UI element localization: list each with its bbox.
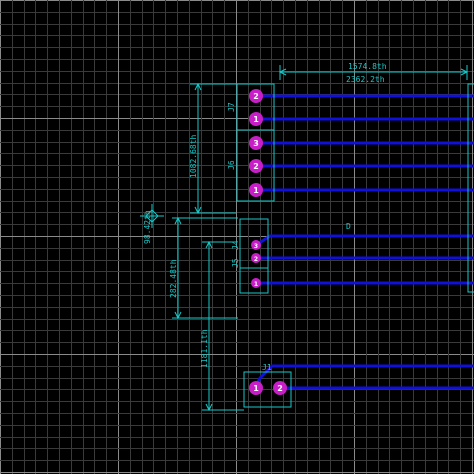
dimension-horizontal-top-label: 1574.8th — [348, 62, 387, 71]
svg-text:3: 3 — [254, 243, 258, 250]
j6-pad-2[interactable]: 2 — [249, 159, 263, 173]
svg-text:1: 1 — [253, 115, 259, 124]
svg-text:1: 1 — [253, 186, 259, 195]
svg-text:2: 2 — [253, 162, 259, 171]
dimension-vertical-j4-j5-label: 282.48th — [169, 259, 178, 298]
origin-marker-label: 98.42th — [143, 210, 152, 244]
trace-j1-pin1[interactable] — [254, 364, 474, 387]
svg-text:2: 2 — [253, 92, 259, 101]
j4-pad-1[interactable]: 1 — [251, 278, 261, 288]
j1-pad-2[interactable]: 2 — [273, 381, 287, 395]
dimension-vertical-j4-j5[interactable] — [172, 216, 238, 320]
j1-pad-1[interactable]: 1 — [249, 381, 263, 395]
svg-text:3: 3 — [253, 139, 259, 148]
ref-j6: J6 — [227, 160, 236, 170]
dimension-vertical-j1-label: 1181.1th — [200, 329, 209, 368]
ref-j7: J7 — [227, 102, 236, 112]
dimension-vertical-j6-j7-label: 1082.68th — [189, 134, 198, 178]
pcb-canvas[interactable]: J7 J6 J4 J5 J1 D 2 1 3 2 1 3 2 1 1 2 157… — [0, 0, 474, 474]
j7-pad-1[interactable]: 1 — [249, 112, 263, 126]
traces — [254, 94, 474, 390]
svg-text:1: 1 — [254, 281, 258, 288]
trace-j4-pin3[interactable] — [255, 234, 474, 247]
component-outlines — [236, 83, 292, 408]
dimension-horizontal-bottom-label: 2362.2th — [346, 75, 385, 84]
label-d: D — [346, 222, 351, 231]
j7-pad-2[interactable]: 2 — [249, 89, 263, 103]
svg-text:2: 2 — [277, 384, 283, 393]
j4-pad-3[interactable]: 3 — [251, 240, 261, 250]
svg-text:2: 2 — [254, 256, 258, 263]
ref-j1: J1 — [262, 363, 272, 372]
j6-pad-1[interactable]: 1 — [249, 183, 263, 197]
j6-pad-3[interactable]: 3 — [249, 136, 263, 150]
j4-pad-2[interactable]: 2 — [251, 253, 261, 263]
ref-j5: J5 — [231, 258, 240, 268]
svg-text:1: 1 — [253, 384, 259, 393]
